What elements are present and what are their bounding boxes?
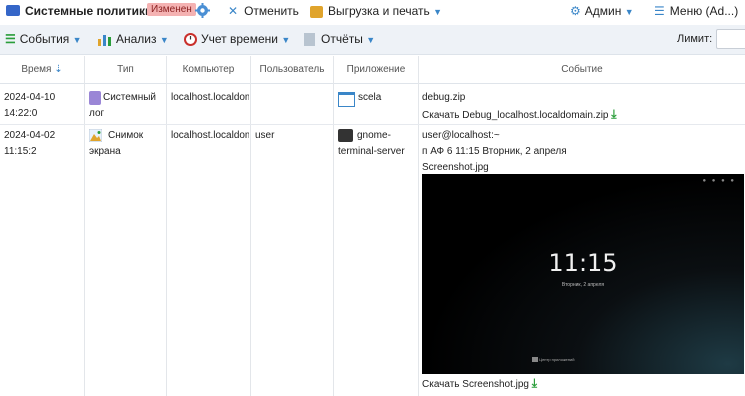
chevron-down-icon: ▼ <box>624 7 634 17</box>
column-app[interactable]: Приложение <box>334 56 419 83</box>
limit-input[interactable] <box>716 29 745 49</box>
lockscreen-clock: 11:15 <box>548 249 618 277</box>
terminal-icon <box>338 129 353 142</box>
cell-type-cont: лог <box>89 108 105 119</box>
cell-type: Снимок <box>108 130 144 141</box>
settings-gear-icon[interactable] <box>195 3 210 18</box>
table-row[interactable]: 2024-04-10 14:22:0 Системный лог localho… <box>0 84 745 125</box>
system-log-icon <box>89 91 101 105</box>
column-user[interactable]: Пользователь <box>251 56 334 83</box>
report-icon <box>304 33 315 47</box>
chevron-down-icon: ▼ <box>366 35 376 45</box>
download-icon: ⤓ <box>611 107 617 121</box>
user-icon: ⚙ <box>570 4 581 18</box>
cancel-button[interactable]: ✕ Отменить <box>228 4 299 18</box>
table-row[interactable]: 2024-04-02 11:15:2 Снимок экрана localho… <box>0 125 745 396</box>
download-link[interactable]: Скачать Screenshot.jpg ⤓ <box>422 375 742 393</box>
cell-event: debug.zip <box>422 92 466 103</box>
hamburger-icon: ☰ <box>654 4 665 18</box>
table-header: Время ⇣ Тип Компьютер Пользователь Прило… <box>0 56 745 84</box>
cell-computer: localhost.localdom <box>171 92 249 103</box>
app-center-item: Центр приложений <box>532 357 574 363</box>
cell-time: 2024-04-10 14:22:0 <box>4 92 56 119</box>
chevron-down-icon: ▼ <box>281 35 291 45</box>
cell-app-cont: terminal-server <box>338 146 405 157</box>
reports-menu[interactable]: Отчёты ▼ <box>304 32 376 47</box>
cell-type-cont: экрана <box>89 146 121 157</box>
screenshot-icon <box>88 128 103 143</box>
screenshot-preview[interactable]: ● ● ● ● 11:15 Вторник, 2 апреля Центр пр… <box>422 174 744 374</box>
event-caption: п АФ 6 11:15 Вторник, 2 апреля <box>422 146 567 157</box>
user-menu[interactable]: ⚙ Админ ▼ <box>570 4 634 18</box>
column-type[interactable]: Тип <box>85 56 167 83</box>
toolbar: ☰ События ▼ Анализ ▼ Учет времени ▼ Отчёт… <box>0 25 745 55</box>
lockscreen-date: Вторник, 2 апреля <box>561 282 605 288</box>
cell-time: 2024-04-02 11:15:2 <box>4 130 56 157</box>
cell-computer: localhost.localdom <box>171 130 249 141</box>
cell-app: scela <box>358 92 382 103</box>
chevron-down-icon: ▼ <box>159 35 169 45</box>
event-title: user@localhost:~ <box>422 130 500 141</box>
events-menu[interactable]: ☰ События ▼ <box>5 32 82 46</box>
bar-chart-icon <box>98 33 112 47</box>
column-computer[interactable]: Компьютер <box>167 56 251 83</box>
status-dots: ● ● ● ● <box>702 178 736 184</box>
time-tracking-menu[interactable]: Учет времени ▼ <box>184 32 291 47</box>
folder-icon <box>6 5 20 16</box>
export-print-button[interactable]: Выгрузка и печать ▼ <box>310 4 442 18</box>
cell-user: user <box>255 130 275 141</box>
main-menu[interactable]: ☰ Меню (Ad...) <box>654 4 738 18</box>
analysis-menu[interactable]: Анализ ▼ <box>98 32 169 47</box>
chevron-down-icon: ▼ <box>72 35 82 45</box>
sort-icon: ⇣ <box>54 64 63 75</box>
app-center-icon <box>532 357 538 363</box>
top-bar: Системные политики Изменен ✕ Отменить Выг… <box>0 0 745 25</box>
window-icon <box>338 92 355 107</box>
cell-type: Системный <box>103 92 157 103</box>
download-link[interactable]: Скачать Debug_localhost.localdomain.zip … <box>422 106 742 124</box>
limit-label: Лимит: <box>677 33 713 45</box>
list-icon: ☰ <box>5 32 16 46</box>
chevron-down-icon: ▼ <box>433 7 443 17</box>
clock-icon <box>184 33 197 47</box>
download-icon: ⤓ <box>531 376 538 390</box>
column-event[interactable]: Событие <box>419 56 745 83</box>
page-title: Системные политики <box>25 4 153 18</box>
export-icon <box>310 5 323 18</box>
modified-badge: Изменен <box>147 3 196 16</box>
close-icon: ✕ <box>228 4 239 18</box>
cell-app: gnome- <box>357 130 391 141</box>
column-time[interactable]: Время ⇣ <box>0 56 85 83</box>
